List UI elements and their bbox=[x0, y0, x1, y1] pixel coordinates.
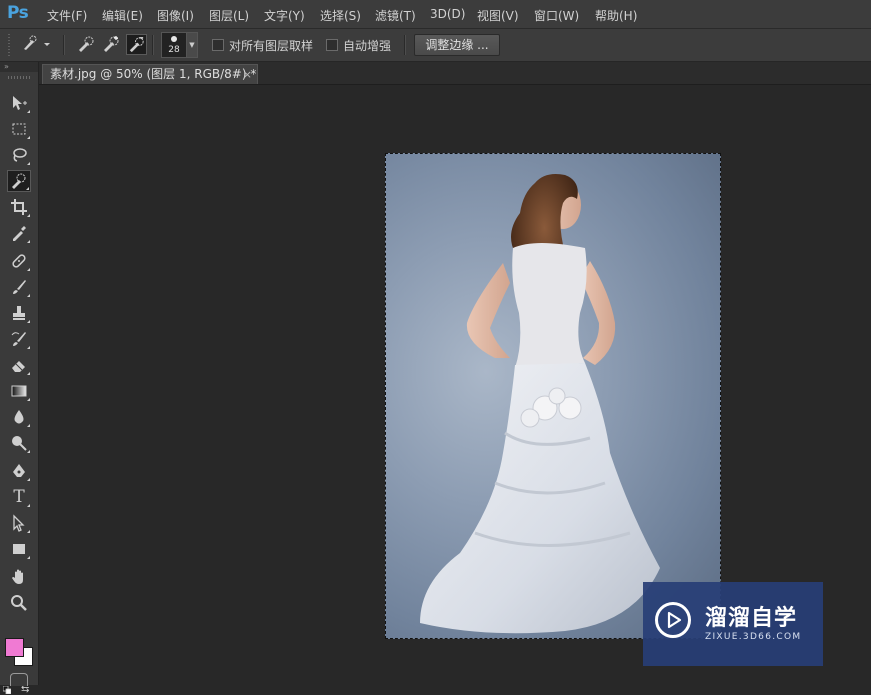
rectangle-shape-icon[interactable] bbox=[7, 538, 31, 560]
document-tab-title: 素材.jpg @ 50% (图层 1, RGB/8#) * bbox=[50, 67, 257, 81]
menu-filter[interactable]: 滤镜(T) bbox=[375, 7, 416, 24]
separator bbox=[404, 35, 406, 55]
menu-view[interactable]: 视图(V) bbox=[477, 7, 519, 24]
menu-bar: Ps 文件(F) 编辑(E) 图像(I) 图层(L) 文字(Y) 选择(S) 滤… bbox=[0, 0, 871, 29]
watermark-url: ZIXUE.3D66.COM bbox=[705, 632, 802, 642]
separator bbox=[63, 35, 65, 55]
menu-file[interactable]: 文件(F) bbox=[47, 7, 87, 24]
close-icon[interactable]: × bbox=[243, 65, 252, 84]
new-selection-button[interactable] bbox=[76, 34, 96, 54]
crop-icon[interactable] bbox=[7, 196, 31, 218]
auto-enhance-label[interactable]: 自动增强 bbox=[343, 37, 391, 54]
menu-edit[interactable]: 编辑(E) bbox=[102, 7, 143, 24]
watermark-badge: 溜溜自学 ZIXUE.3D66.COM bbox=[643, 582, 823, 666]
tools-panel: » T ⇆ bbox=[0, 62, 39, 695]
hand-icon[interactable] bbox=[7, 566, 31, 588]
eraser-icon[interactable] bbox=[7, 354, 31, 376]
sample-all-layers-label[interactable]: 对所有图层取样 bbox=[229, 37, 313, 54]
pen-icon[interactable] bbox=[7, 460, 31, 482]
default-colors-icon[interactable] bbox=[3, 686, 11, 694]
history-brush-icon[interactable] bbox=[7, 328, 31, 350]
menu-help[interactable]: 帮助(H) bbox=[595, 7, 637, 24]
selection-marquee bbox=[385, 153, 721, 639]
zoom-icon[interactable] bbox=[7, 592, 31, 614]
subtract-selection-brush-icon bbox=[129, 37, 144, 53]
brush-size-value: 28 bbox=[168, 45, 180, 55]
rectangular-marquee-icon[interactable] bbox=[7, 118, 31, 140]
add-to-selection-button[interactable] bbox=[101, 34, 121, 54]
brush-dropdown-arrow[interactable]: ▼ bbox=[186, 32, 198, 58]
clone-stamp-icon[interactable] bbox=[7, 302, 31, 324]
quick-mask-icon[interactable] bbox=[10, 673, 28, 686]
gradient-icon[interactable] bbox=[7, 380, 31, 402]
document-tab-bar: 素材.jpg @ 50% (图层 1, RGB/8#) * × bbox=[39, 62, 871, 85]
auto-enhance-checkbox[interactable] bbox=[326, 39, 338, 51]
spot-healing-brush-icon[interactable] bbox=[7, 250, 31, 272]
brush-tip-icon bbox=[171, 36, 177, 42]
separator bbox=[152, 35, 154, 55]
sample-all-layers-checkbox[interactable] bbox=[212, 39, 224, 51]
tool-preset-picker[interactable] bbox=[20, 34, 52, 54]
type-tool-icon[interactable]: T bbox=[7, 486, 31, 508]
brush-icon[interactable] bbox=[7, 276, 31, 298]
menu-window[interactable]: 窗口(W) bbox=[534, 7, 579, 24]
menu-image[interactable]: 图像(I) bbox=[157, 7, 194, 24]
watermark-title: 溜溜自学 bbox=[705, 606, 798, 631]
new-selection-brush-icon bbox=[79, 36, 94, 52]
photoshop-logo[interactable]: Ps bbox=[7, 3, 29, 23]
tools-panel-collapse[interactable]: » bbox=[0, 62, 38, 72]
refine-edge-button[interactable]: 调整边缘 ... bbox=[414, 34, 500, 56]
blur-icon[interactable] bbox=[7, 406, 31, 428]
move-tool-icon[interactable] bbox=[7, 92, 31, 114]
options-grip[interactable] bbox=[8, 34, 10, 56]
play-logo-icon bbox=[655, 602, 691, 638]
menu-layer[interactable]: 图层(L) bbox=[209, 7, 249, 24]
options-bar: 28 ▼ 对所有图层取样 自动增强 调整边缘 ... bbox=[0, 29, 871, 62]
add-selection-brush-icon bbox=[104, 36, 119, 52]
subtract-from-selection-button[interactable] bbox=[126, 34, 147, 55]
menu-select[interactable]: 选择(S) bbox=[320, 7, 361, 24]
quick-selection-preset-icon bbox=[24, 35, 50, 50]
dodge-icon[interactable] bbox=[7, 432, 31, 454]
menu-type[interactable]: 文字(Y) bbox=[264, 7, 305, 24]
foreground-color-swatch[interactable] bbox=[5, 638, 24, 657]
lasso-icon[interactable] bbox=[7, 144, 31, 166]
menu-3d[interactable]: 3D(D) bbox=[430, 7, 465, 21]
quick-selection-icon[interactable] bbox=[7, 170, 31, 192]
tools-panel-grip[interactable] bbox=[8, 76, 30, 79]
path-selection-icon[interactable] bbox=[7, 512, 31, 534]
brush-size-picker[interactable]: 28 bbox=[161, 32, 187, 58]
document-tab[interactable]: 素材.jpg @ 50% (图层 1, RGB/8#) * × bbox=[42, 64, 258, 84]
eyedropper-icon[interactable] bbox=[7, 222, 31, 244]
